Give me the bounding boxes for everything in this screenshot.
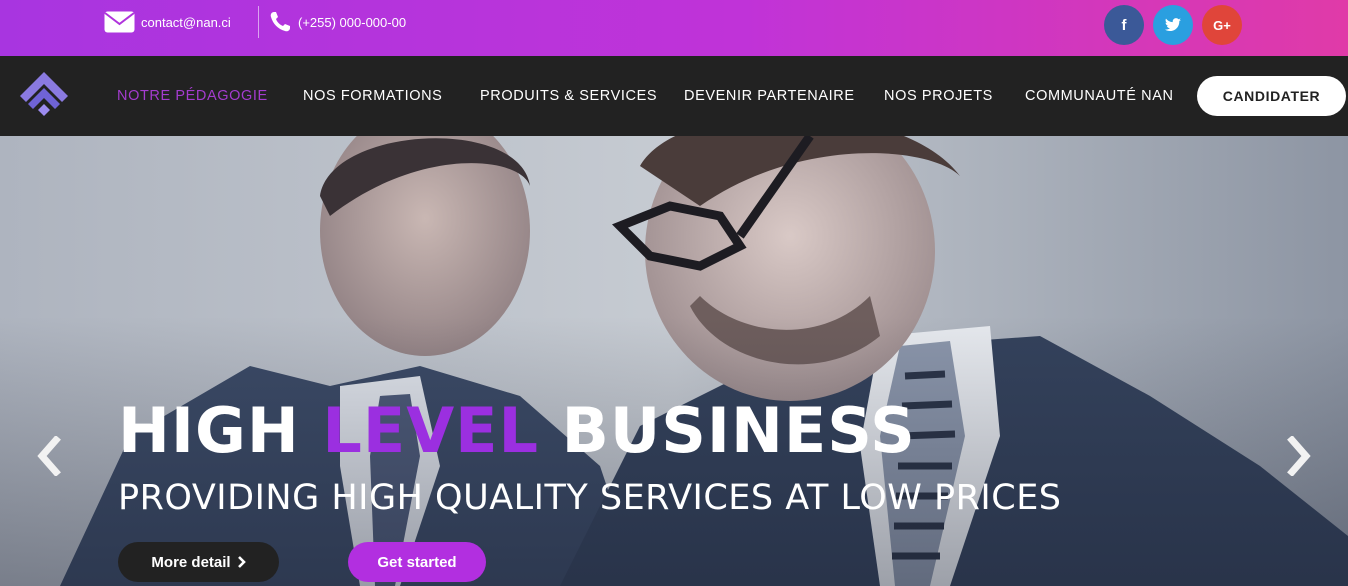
hero-overlay xyxy=(0,136,1348,586)
envelope-icon xyxy=(104,11,135,33)
logo[interactable] xyxy=(18,70,70,122)
headline-word-business: BUSINESS xyxy=(561,394,916,467)
google-plus-icon[interactable]: G+ xyxy=(1202,5,1242,45)
nav-item-projets[interactable]: NOS PROJETS xyxy=(884,56,993,136)
headline-word-level: LEVEL xyxy=(322,394,540,467)
slider-prev-arrow-icon[interactable] xyxy=(34,436,64,476)
main-navbar: NOTRE PÉDAGOGIE NOS FORMATIONS PRODUITS … xyxy=(0,56,1348,136)
more-detail-button[interactable]: More detail xyxy=(118,542,279,582)
email-text: contact@nan.ci xyxy=(141,14,231,30)
nav-item-devenir-partenaire[interactable]: DEVENIR PARTENAIRE xyxy=(684,56,855,136)
get-started-button[interactable]: Get started xyxy=(348,542,486,582)
candidater-button[interactable]: CANDIDATER xyxy=(1197,76,1346,116)
nav-item-formations[interactable]: NOS FORMATIONS xyxy=(303,56,442,136)
hero-subline: PROVIDING HIGH QUALITY SERVICES AT LOW P… xyxy=(118,478,1062,518)
nav-item-pedagogie[interactable]: NOTRE PÉDAGOGIE xyxy=(117,56,268,136)
nav-item-communaute[interactable]: COMMUNAUTÉ NAN xyxy=(1025,56,1174,136)
phone-text: (+255) 000-000-00 xyxy=(298,14,407,30)
hero-slider xyxy=(0,136,1348,586)
phone-contact[interactable]: (+255) 000-000-00 xyxy=(268,0,406,50)
hero-headline: HIGH LEVEL BUSINESS xyxy=(118,394,916,467)
top-contact-bar: contact@nan.ci (+255) 000-000-00 f G+ xyxy=(0,0,1348,56)
headline-word-high: HIGH xyxy=(118,394,300,467)
phone-icon xyxy=(268,10,292,34)
facebook-icon[interactable]: f xyxy=(1104,5,1144,45)
email-contact[interactable]: contact@nan.ci xyxy=(104,0,231,50)
slider-next-arrow-icon[interactable] xyxy=(1284,436,1314,476)
nav-item-produits-services[interactable]: PRODUITS & SERVICES xyxy=(480,56,657,136)
contact-divider xyxy=(258,6,259,38)
twitter-icon[interactable] xyxy=(1153,5,1193,45)
chevron-right-icon xyxy=(237,556,246,568)
more-detail-label: More detail xyxy=(151,553,231,571)
